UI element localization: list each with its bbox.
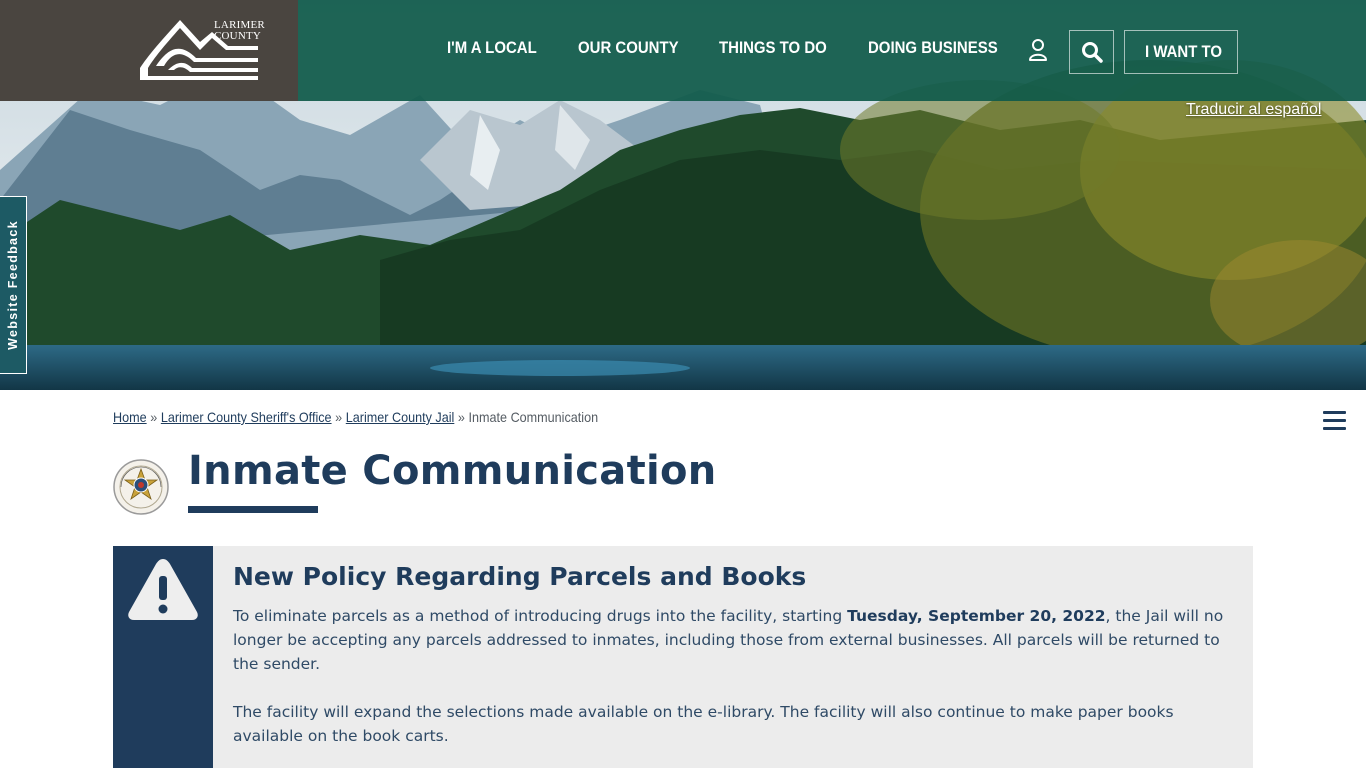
warning-icon: [128, 559, 198, 620]
nav-im-a-local[interactable]: I'M A LOCAL: [447, 38, 537, 58]
nav-our-county[interactable]: OUR COUNTY: [578, 38, 679, 58]
title-underline: [188, 506, 318, 513]
search-icon: [1082, 42, 1103, 63]
county-logo[interactable]: LARIMER COUNTY: [0, 0, 298, 101]
site-header: LARIMER COUNTY I'M A LOCAL OUR COUNTY TH…: [0, 0, 1366, 101]
alert-paragraph-2: The facility will expand the selections …: [233, 703, 1174, 745]
page-title: Inmate Communication: [188, 448, 717, 494]
website-feedback-tab[interactable]: Website Feedback: [0, 196, 27, 374]
alert-date: Tuesday, September 20, 2022: [847, 607, 1106, 625]
hamburger-menu-icon[interactable]: [1323, 411, 1346, 431]
nav-things-to-do[interactable]: THINGS TO DO: [719, 38, 827, 58]
breadcrumb-sheriffs-office[interactable]: Larimer County Sheriff's Office: [161, 409, 332, 425]
feedback-label: Website Feedback: [6, 220, 20, 350]
breadcrumb-current: Inmate Communication: [468, 409, 599, 425]
alert-title: New Policy Regarding Parcels and Books: [233, 562, 807, 591]
breadcrumb-county-jail[interactable]: Larimer County Jail: [346, 409, 455, 425]
translate-link[interactable]: Traducir al español: [1186, 101, 1321, 119]
search-button[interactable]: [1069, 30, 1114, 74]
alert-sidebar: [113, 546, 213, 768]
breadcrumb-separator: »: [150, 409, 158, 425]
sheriff-badge-icon: [113, 459, 169, 515]
i-want-to-button[interactable]: I WANT TO: [1124, 30, 1238, 74]
logo-wordmark: LARIMER COUNTY: [214, 19, 265, 42]
alert-paragraph-1: To eliminate parcels as a method of intr…: [233, 607, 1224, 673]
i-want-to-label: I WANT TO: [1145, 42, 1223, 61]
policy-alert: New Policy Regarding Parcels and Books T…: [113, 546, 1253, 768]
user-icon[interactable]: [1028, 39, 1048, 61]
breadcrumb-separator: »: [335, 409, 343, 425]
breadcrumb: Home» Larimer County Sheriff's Office» Lar…: [113, 409, 598, 425]
nav-doing-business[interactable]: DOING BUSINESS: [868, 38, 998, 58]
breadcrumb-separator: »: [457, 409, 465, 425]
breadcrumb-home[interactable]: Home: [113, 409, 147, 425]
